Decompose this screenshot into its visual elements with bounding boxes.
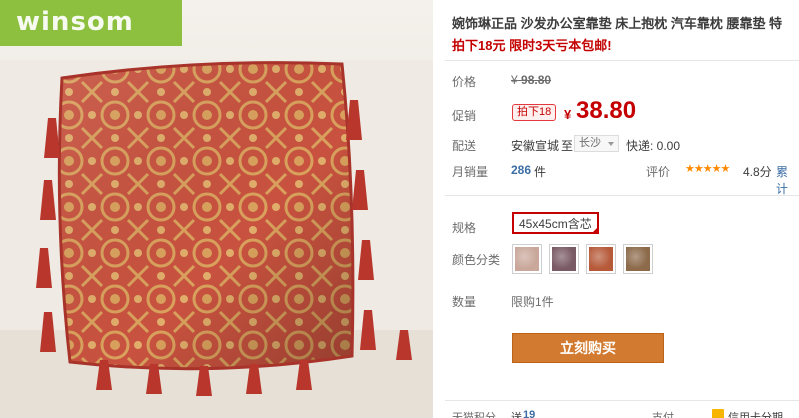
points-value: 19 — [523, 409, 536, 418]
promotion-label: 促销 — [452, 109, 477, 123]
currency-symbol: ¥ — [564, 107, 572, 122]
swatch-image — [626, 247, 650, 271]
selected-check-icon — [590, 226, 599, 234]
color-label: 颜色分类 — [452, 253, 501, 267]
spec-option-label: 45x45cm含芯 — [519, 217, 592, 231]
promo-text: 拍下18元 限时3天亏本包邮! — [452, 38, 612, 53]
color-swatch-4[interactable] — [623, 244, 653, 274]
points-prefix: 送 — [511, 412, 522, 418]
price-label: 价格 — [452, 75, 477, 89]
color-swatch-2[interactable] — [549, 244, 579, 274]
bottom-info-row: 天猫积分 送 19 支付 信用卡分期 — [445, 400, 799, 418]
product-info-panel: 婉饰琳正品 沙发办公室靠垫 床上抱枕 汽车靠枕 腰靠垫 特 拍下18元 限时3天… — [437, 0, 799, 418]
spec-label: 规格 — [452, 221, 477, 235]
swatch-image — [552, 247, 576, 271]
monthly-sales-label: 月销量 — [452, 165, 489, 179]
city-value: 长沙 — [579, 137, 601, 149]
color-swatch-3[interactable] — [586, 244, 616, 274]
shipping-label: 配送 — [452, 139, 477, 153]
pillow-illustration — [0, 60, 433, 418]
swatch-image — [515, 247, 539, 271]
installment-link[interactable]: 信用卡分期 — [728, 409, 783, 418]
current-price: 38.80 — [576, 97, 637, 124]
sales-count: 286 — [511, 163, 532, 177]
spec-option-selected[interactable]: 45x45cm含芯 — [512, 212, 599, 234]
rating-label: 评价 — [646, 165, 671, 179]
caret-down-icon — [608, 142, 614, 146]
quantity-label: 数量 — [452, 295, 477, 309]
original-price: ¥ 98.80 — [511, 73, 552, 87]
product-image: winsom — [0, 0, 433, 418]
ship-to-word: 至 — [561, 139, 574, 153]
star-icon: ★★★★★ — [685, 163, 730, 175]
city-select[interactable]: 长沙 — [574, 135, 619, 152]
buy-now-button[interactable]: 立刻购买 — [512, 333, 664, 363]
sales-unit: 件 — [534, 165, 547, 179]
credit-card-icon — [712, 409, 724, 418]
purchase-limit: 限购1件 — [511, 295, 554, 309]
cumulative-reviews-link[interactable]: 累计 — [776, 163, 799, 197]
pay-label: 支付 — [652, 412, 674, 418]
divider — [445, 195, 799, 196]
color-swatch-1[interactable] — [512, 244, 542, 274]
points-label: 天猫积分 — [452, 412, 496, 418]
express-fee: 快递: 0.00 — [626, 139, 681, 153]
product-title[interactable]: 婉饰琳正品 沙发办公室靠垫 床上抱枕 汽车靠枕 腰靠垫 特 — [452, 13, 799, 32]
rating-score: 4.8分 — [743, 165, 772, 179]
ship-from: 安徽宣城 — [511, 139, 560, 153]
divider — [445, 60, 799, 61]
brand-logo: winsom — [16, 7, 134, 37]
swatch-image — [589, 247, 613, 271]
brand-banner: winsom — [0, 0, 182, 46]
promo-badge: 拍下18 — [512, 104, 557, 121]
